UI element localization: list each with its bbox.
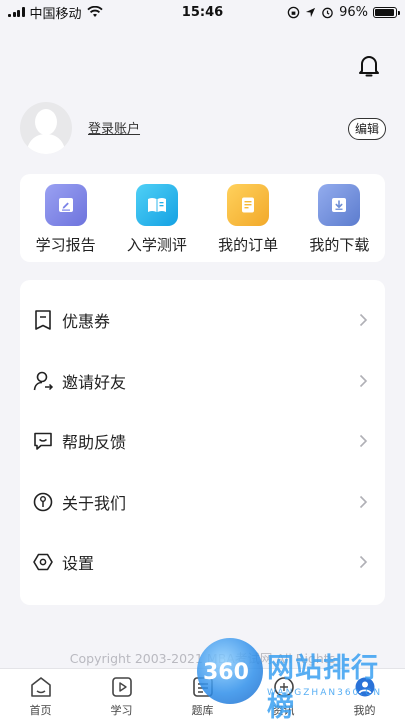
menu-item-label: 帮助反馈 xyxy=(62,433,127,453)
menu-card: 优惠券 邀请好友 帮助反馈 关于我们 设置 xyxy=(20,280,385,605)
menu-item-coupons[interactable]: 优惠券 xyxy=(20,290,385,351)
menu-item-label: 邀请好友 xyxy=(62,372,127,392)
battery-icon xyxy=(373,6,400,18)
about-icon xyxy=(33,492,53,512)
battery-percent: 96% xyxy=(339,4,368,20)
avatar[interactable] xyxy=(20,102,72,154)
profile-icon xyxy=(355,677,374,697)
home-icon xyxy=(30,677,51,697)
login-link[interactable]: 登录账户 xyxy=(88,118,140,137)
wifi-icon xyxy=(86,6,103,17)
order-icon xyxy=(227,184,270,226)
location-icon xyxy=(306,7,316,17)
tab-label: 题库 xyxy=(191,704,214,717)
menu-item-help-feedback[interactable]: 帮助反馈 xyxy=(20,411,385,472)
quick-action-study-report[interactable]: 学习报告 xyxy=(21,184,111,255)
feedback-icon xyxy=(34,432,52,451)
invite-user-icon xyxy=(33,371,54,390)
menu-item-about-us[interactable]: 关于我们 xyxy=(20,472,385,533)
quick-action-label: 入学测评 xyxy=(126,236,187,254)
question-bank-icon xyxy=(192,677,213,697)
chevron-right-icon xyxy=(359,314,368,327)
menu-item-label: 优惠券 xyxy=(62,312,111,332)
signal-icon xyxy=(8,7,25,17)
download-icon xyxy=(318,184,361,226)
carrier-name: 中国移动 xyxy=(29,6,82,22)
chevron-right-icon xyxy=(359,374,368,387)
chevron-right-icon xyxy=(359,556,368,569)
tab-label: 首页 xyxy=(29,704,52,717)
tab-label: 学习 xyxy=(110,704,133,717)
menu-item-settings[interactable]: 设置 xyxy=(20,532,385,593)
menu-item-label: 设置 xyxy=(62,554,95,574)
coupon-icon xyxy=(35,310,51,331)
news-icon xyxy=(273,677,294,697)
bell-icon[interactable] xyxy=(355,52,383,80)
status-bar: 中国移动 15:46 96% xyxy=(0,0,405,24)
tab-bar: 首页 学习 题库 资讯 我的 xyxy=(0,668,405,720)
tab-label: 我的 xyxy=(353,704,376,717)
chevron-right-icon xyxy=(359,435,368,448)
tab-home[interactable]: 首页 xyxy=(0,669,81,720)
quick-action-my-orders[interactable]: 我的订单 xyxy=(203,184,293,255)
tab-question-bank[interactable]: 题库 xyxy=(162,669,243,720)
tab-news[interactable]: 资讯 xyxy=(243,669,324,720)
play-icon xyxy=(111,677,132,697)
menu-item-label: 关于我们 xyxy=(62,493,127,513)
chevron-right-icon xyxy=(359,495,368,508)
tab-study[interactable]: 学习 xyxy=(81,669,162,720)
quick-action-label: 学习报告 xyxy=(35,236,96,254)
copyright-text: Copyright 2003-2021 MBA考试网 All Rights xyxy=(69,651,336,666)
quick-actions-card: 学习报告 入学测评 我的订单 我的下载 xyxy=(20,174,385,262)
settings-icon xyxy=(33,553,53,571)
alarm-icon xyxy=(322,7,333,18)
report-icon xyxy=(44,184,87,226)
edit-button[interactable]: 编辑 xyxy=(348,118,387,140)
menu-item-invite-friends[interactable]: 邀请好友 xyxy=(20,351,385,412)
quick-action-entrance-test[interactable]: 入学测评 xyxy=(112,184,202,255)
quick-action-label: 我的订单 xyxy=(218,236,279,254)
tab-mine[interactable]: 我的 xyxy=(324,669,405,720)
tab-label: 资讯 xyxy=(272,704,295,717)
rotation-lock-icon xyxy=(287,6,300,18)
quick-action-my-downloads[interactable]: 我的下载 xyxy=(294,184,384,255)
quick-action-label: 我的下载 xyxy=(309,236,370,254)
book-icon xyxy=(135,184,178,226)
